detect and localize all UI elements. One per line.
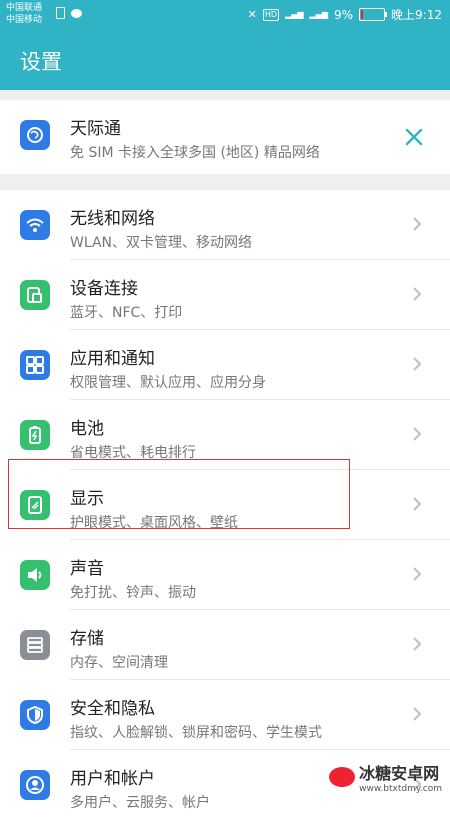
- watermark-name: 冰糖安卓网: [359, 764, 440, 783]
- settings-item[interactable]: 存储 内存、空间清理: [0, 610, 450, 680]
- signal-icon: ▂▄▆: [285, 10, 304, 19]
- sound-icon: [20, 560, 50, 590]
- chevron-right-icon: [413, 567, 422, 581]
- wifi-icon: [20, 210, 50, 240]
- settings-item-subtitle: 权限管理、默认应用、应用分身: [70, 375, 266, 391]
- carrier-2: 中国移动: [6, 15, 43, 25]
- user-icon: [20, 770, 50, 800]
- settings-item[interactable]: 应用和通知权限管理、默认应用、应用分身: [0, 330, 450, 400]
- watermark: 冰糖安卓网 www.btxtdmy.com: [329, 760, 442, 794]
- settings-item-subtitle: 蓝牙、NFC、打印: [70, 305, 183, 321]
- device-connect-icon: [20, 280, 50, 310]
- hd-icon: HD: [262, 8, 280, 21]
- mute-icon: ✕: [247, 8, 257, 21]
- app-header: 设置: [0, 32, 450, 90]
- storage-icon: [20, 630, 50, 660]
- settings-list: 无线和网络 WLAN、双卡管理、移动网络设备连接蓝牙、NFC、打印应用和通知权限管…: [0, 190, 450, 820]
- shield-icon: [20, 700, 50, 730]
- settings-item[interactable]: 设备连接蓝牙、NFC、打印: [0, 260, 450, 330]
- sim-icon: [56, 7, 65, 19]
- settings-item-title: 显示: [70, 489, 104, 509]
- page-title: 设置: [20, 50, 62, 74]
- battery-icon: [20, 420, 50, 450]
- carrier-1: 中国联通: [6, 3, 43, 13]
- apps-grid-icon: [20, 350, 50, 380]
- watermark-url: www.btxtdmy.com: [359, 784, 442, 794]
- status-bar: 中国联通 中国移动 ✕ HD ▂▄▆ ▂▄▆ 9% 晚上9:12: [0, 0, 450, 32]
- clock: 晚上9:12: [391, 8, 442, 22]
- settings-item-title: 电池: [70, 419, 104, 439]
- chevron-right-icon: [413, 427, 422, 441]
- battery-percent: 9%: [334, 7, 354, 22]
- chevron-right-icon: [413, 287, 422, 301]
- chevron-right-icon: [413, 357, 422, 371]
- settings-item[interactable]: 安全和隐私指纹、人脸解锁、锁屏和密码、学生模式: [0, 680, 450, 750]
- settings-item-title: 声音: [70, 559, 104, 579]
- settings-item-title: 无线和网络: [70, 209, 155, 229]
- chevron-right-icon: [413, 707, 422, 721]
- globe-icon: [20, 120, 50, 150]
- settings-item-title: 用户和帐户: [70, 769, 155, 789]
- message-icon: [71, 8, 82, 18]
- settings-item-title: 存储: [70, 629, 104, 649]
- settings-item-subtitle: 多用户、云服务、帐户: [70, 795, 210, 811]
- settings-item-subtitle: WLAN、双卡管理、移动网络: [70, 235, 253, 251]
- promo-title: 天际通: [70, 119, 121, 139]
- settings-item[interactable]: 无线和网络 WLAN、双卡管理、移动网络: [0, 190, 450, 260]
- settings-item-title: 设备连接: [70, 279, 138, 299]
- signal-icon-2: ▂▄▆: [309, 10, 328, 19]
- battery-status-icon: [359, 8, 388, 21]
- promo-card[interactable]: 天际通 免 SIM 卡接入全球多国 (地区) 精品网络: [0, 100, 450, 174]
- close-icon[interactable]: [402, 125, 426, 149]
- settings-item-subtitle: 免打扰、铃声、振动: [70, 585, 196, 601]
- settings-item-subtitle: 内存、空间清理: [70, 655, 168, 671]
- settings-item-subtitle: 指纹、人脸解锁、锁屏和密码、学生模式: [70, 725, 322, 741]
- carrier-info: 中国联通 中国移动: [6, 2, 42, 26]
- settings-item-subtitle: 省电模式、耗电排行: [70, 445, 196, 461]
- settings-item-title: 应用和通知: [70, 349, 155, 369]
- settings-item[interactable]: 声音免打扰、铃声、振动: [0, 540, 450, 610]
- display-icon: [20, 490, 50, 520]
- promo-subtitle: 免 SIM 卡接入全球多国 (地区) 精品网络: [70, 145, 320, 161]
- settings-item-subtitle: 护眼模式、桌面风格、壁纸: [70, 515, 238, 531]
- settings-item[interactable]: 电池省电模式、耗电排行: [0, 400, 450, 470]
- watermark-logo-icon: [329, 767, 356, 787]
- chevron-right-icon: [413, 497, 422, 511]
- chevron-right-icon: [413, 217, 422, 231]
- settings-item-title: 安全和隐私: [70, 699, 155, 719]
- chevron-right-icon: [413, 637, 422, 651]
- settings-item[interactable]: 显示护眼模式、桌面风格、壁纸: [0, 470, 450, 540]
